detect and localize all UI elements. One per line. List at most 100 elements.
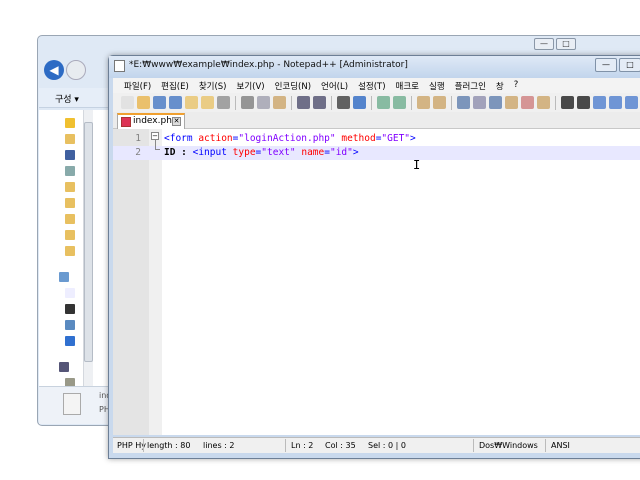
videos-icon[interactable] — [65, 304, 75, 314]
menu-item[interactable]: 파일(F) — [119, 78, 156, 93]
back-button[interactable]: ◀ — [44, 60, 64, 80]
code-token: method — [341, 133, 376, 144]
status-selection: Sel : 0 | 0 — [368, 441, 406, 450]
save-icon[interactable] — [153, 96, 166, 109]
copy-icon[interactable] — [257, 96, 270, 109]
zoom-in-icon[interactable] — [377, 96, 390, 109]
save-macro-icon[interactable] — [625, 96, 638, 109]
explorer-nav: ◀ — [44, 60, 86, 80]
code-token: action — [198, 133, 233, 144]
menu-item[interactable]: 찾기(S) — [194, 78, 232, 93]
window-controls: — □ — [595, 58, 640, 72]
organize-button[interactable]: 구성 ▾ — [39, 88, 109, 108]
toolbar-separator — [291, 95, 292, 110]
status-language: PHP Hy — [117, 441, 146, 450]
menu-item[interactable]: 언어(L) — [316, 78, 353, 93]
minimize-button[interactable]: — — [534, 38, 554, 50]
music-icon[interactable] — [65, 336, 75, 346]
tab-label: index.php — [133, 116, 178, 126]
maximize-button[interactable]: □ — [619, 58, 640, 72]
menu-item[interactable]: 창 — [491, 78, 509, 93]
documents-icon[interactable] — [65, 288, 75, 298]
desktop-icon[interactable] — [65, 150, 75, 160]
folder-icon[interactable] — [537, 96, 550, 109]
function-list-icon[interactable] — [521, 96, 534, 109]
cut-icon[interactable] — [241, 96, 254, 109]
folder-icon[interactable] — [65, 134, 75, 144]
php-file-icon — [63, 393, 81, 415]
close-icon[interactable] — [185, 96, 198, 109]
menu-item[interactable]: 실행 — [424, 78, 450, 93]
menu-item[interactable]: ? — [509, 78, 524, 93]
folder-icon[interactable] — [65, 246, 75, 256]
fold-end — [155, 149, 160, 150]
title-bar: *E:₩www₩example₩index.php - Notepad++ [A… — [109, 56, 640, 78]
toolbar-separator — [371, 95, 372, 110]
pictures-icon[interactable] — [65, 320, 75, 330]
fold-collapse-icon[interactable]: − — [151, 132, 159, 140]
open-icon[interactable] — [137, 96, 150, 109]
tab-index-php[interactable]: index.php ✕ — [117, 113, 185, 129]
record-icon[interactable] — [561, 96, 574, 109]
sync-h-icon[interactable] — [433, 96, 446, 109]
zoom-out-icon[interactable] — [393, 96, 406, 109]
menu-item[interactable]: 편집(E) — [156, 78, 194, 93]
details-pane: ind PH — [39, 386, 111, 424]
menu-item[interactable]: 인코딩(N) — [270, 78, 316, 93]
show-all-chars-icon[interactable] — [473, 96, 486, 109]
save-all-icon[interactable] — [169, 96, 182, 109]
folder-icon[interactable] — [65, 230, 75, 240]
toolbar-separator — [451, 95, 452, 110]
computer-icon[interactable] — [59, 362, 69, 372]
line-number: 2 — [135, 147, 141, 158]
toolbar-separator — [235, 95, 236, 110]
paste-icon[interactable] — [273, 96, 286, 109]
stop-icon[interactable] — [577, 96, 590, 109]
wrap-icon[interactable] — [457, 96, 470, 109]
find-icon[interactable] — [337, 96, 350, 109]
forward-button[interactable] — [66, 60, 86, 80]
navigation-scrollbar[interactable] — [83, 110, 93, 386]
folder-icon[interactable] — [65, 182, 75, 192]
code-token: name — [301, 147, 325, 158]
code-text: <form action="loginAction.php" method="G… — [164, 132, 416, 146]
new-icon[interactable] — [121, 96, 134, 109]
doc-map-icon[interactable] — [505, 96, 518, 109]
replace-icon[interactable] — [353, 96, 366, 109]
scrollbar-thumb[interactable] — [84, 122, 93, 362]
play-multi-icon[interactable] — [609, 96, 622, 109]
toolbar-separator — [331, 95, 332, 110]
window-title: *E:₩www₩example₩index.php - Notepad++ [A… — [129, 60, 408, 70]
code-token: > — [352, 147, 359, 158]
code-editor[interactable]: 1 <form action="loginAction.php" method="… — [113, 129, 640, 435]
folder-icon[interactable] — [65, 198, 75, 208]
play-icon[interactable] — [593, 96, 606, 109]
text-cursor-icon: I — [413, 158, 421, 172]
fold-margin[interactable] — [149, 129, 162, 435]
file-unsaved-icon — [121, 117, 131, 127]
code-token: <form — [164, 133, 199, 144]
code-token: > — [410, 133, 416, 144]
tab-close-icon[interactable]: ✕ — [172, 117, 181, 126]
code-line[interactable]: 2 ID : <input type="text" name="id"> — [113, 146, 640, 160]
toolbar-separator — [411, 95, 412, 110]
close-all-icon[interactable] — [201, 96, 214, 109]
code-token: "id" — [329, 147, 353, 158]
menu-item[interactable]: 플러그인 — [450, 78, 491, 93]
network-icon[interactable] — [65, 166, 75, 176]
maximize-button[interactable]: □ — [556, 38, 576, 50]
menu-item[interactable]: 설정(T) — [353, 78, 390, 93]
print-icon[interactable] — [217, 96, 230, 109]
indent-guide-icon[interactable] — [489, 96, 502, 109]
sync-v-icon[interactable] — [417, 96, 430, 109]
undo-icon[interactable] — [297, 96, 310, 109]
status-lines: lines : 2 — [203, 441, 235, 450]
folder-icon[interactable] — [65, 214, 75, 224]
menu-item[interactable]: 매크로 — [391, 78, 424, 93]
favorites-star-icon[interactable] — [65, 118, 75, 128]
libraries-icon[interactable] — [59, 272, 69, 282]
redo-icon[interactable] — [313, 96, 326, 109]
code-line[interactable]: 1 <form action="loginAction.php" method="… — [113, 132, 640, 146]
menu-item[interactable]: 보기(V) — [232, 78, 270, 93]
minimize-button[interactable]: — — [595, 58, 617, 72]
